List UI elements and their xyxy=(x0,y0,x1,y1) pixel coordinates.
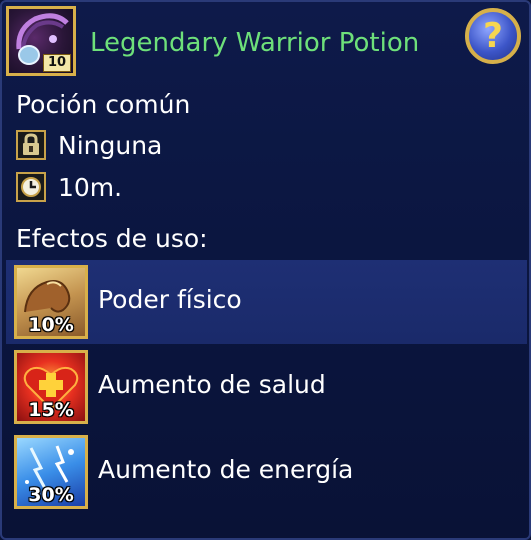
lock-icon xyxy=(16,130,46,160)
effect-row-energy-boost[interactable]: 30% Aumento de energía xyxy=(6,430,527,514)
clock-icon xyxy=(16,172,46,202)
quantity-badge: 10 xyxy=(43,54,71,72)
binding-value: Ninguna xyxy=(58,130,163,160)
help-button[interactable]: ? xyxy=(465,8,521,64)
effect-label: Aumento de salud xyxy=(98,370,326,399)
effect-label: Aumento de energía xyxy=(98,455,354,484)
muscle-arm-icon: 10% xyxy=(14,265,88,339)
binding-row: Ninguna xyxy=(16,130,162,160)
effects-heading: Efectos de uso: xyxy=(16,224,208,253)
effect-row-health-boost[interactable]: 15% Aumento de salud xyxy=(6,345,527,429)
effect-percent: 15% xyxy=(28,399,74,421)
effect-row-physical-power[interactable]: 10% Poder físico xyxy=(6,260,527,344)
energy-sparkle-icon: 30% xyxy=(14,435,88,509)
item-rarity: Poción común xyxy=(16,90,191,119)
item-tooltip: 10 Legendary Warrior Potion ? Poción com… xyxy=(0,0,531,540)
item-title: Legendary Warrior Potion xyxy=(90,28,420,58)
duration-row: 10m. xyxy=(16,172,122,202)
potion-flask-icon: 10 xyxy=(6,6,76,76)
effect-percent: 10% xyxy=(28,314,74,336)
duration-value: 10m. xyxy=(58,172,123,202)
effect-label: Poder físico xyxy=(98,285,242,314)
heart-cross-icon: 15% xyxy=(14,350,88,424)
effect-percent: 30% xyxy=(28,484,74,506)
